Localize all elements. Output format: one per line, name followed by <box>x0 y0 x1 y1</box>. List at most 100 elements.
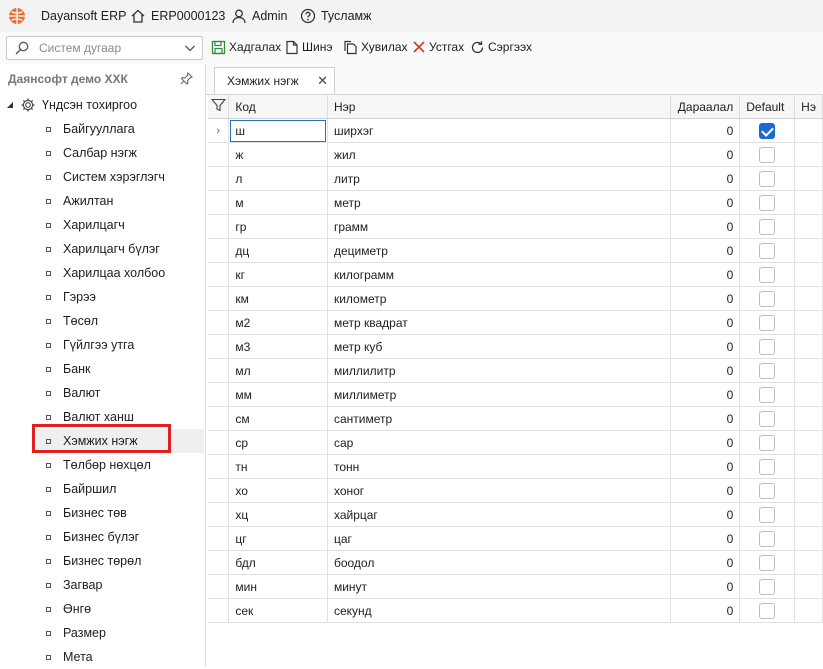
default-checkbox[interactable] <box>759 458 776 475</box>
cell-extra[interactable] <box>794 550 823 575</box>
cell-default[interactable] <box>739 358 796 383</box>
sidebar-item[interactable]: Харилцагч <box>36 213 204 237</box>
sidebar-item[interactable]: Ажилтан <box>36 189 204 213</box>
cell-name[interactable]: цаг <box>327 526 672 551</box>
cell-order[interactable]: 0 <box>670 118 741 143</box>
cell-default[interactable] <box>739 406 796 431</box>
cell-name[interactable]: литр <box>327 166 672 191</box>
sidebar-item[interactable]: Банк <box>36 357 204 381</box>
cell-default[interactable] <box>739 190 796 215</box>
table-row[interactable]: › ш ширхэг 0 <box>208 118 823 143</box>
cell-code[interactable]: кг <box>228 262 328 287</box>
cell-code[interactable]: гр <box>228 214 328 239</box>
default-checkbox[interactable] <box>759 170 776 187</box>
cell-order[interactable]: 0 <box>670 142 741 167</box>
tree-root[interactable]: Үндсэн тохиргоо <box>6 94 137 116</box>
cell-extra[interactable] <box>794 574 823 599</box>
cell-order[interactable]: 0 <box>670 214 741 239</box>
help-button[interactable]: Тусламж <box>300 0 372 32</box>
default-checkbox[interactable] <box>759 122 776 139</box>
table-row[interactable]: км километр 0 <box>208 286 823 311</box>
cell-name[interactable]: миллилитр <box>327 358 672 383</box>
default-checkbox[interactable] <box>759 290 776 307</box>
cell-code[interactable]: м2 <box>228 310 328 335</box>
cell-code[interactable]: ср <box>228 430 328 455</box>
table-row[interactable]: кг килограмм 0 <box>208 262 823 287</box>
cell-order[interactable]: 0 <box>670 358 741 383</box>
cell-default[interactable] <box>739 118 796 143</box>
cell-name[interactable]: метр куб <box>327 334 672 359</box>
column-header-default[interactable]: Default <box>739 95 796 119</box>
default-checkbox[interactable] <box>759 194 776 211</box>
cell-extra[interactable] <box>794 502 823 527</box>
column-header-order[interactable]: Дараалал <box>670 95 741 119</box>
default-checkbox[interactable] <box>759 602 776 619</box>
sidebar-item[interactable]: Гэрээ <box>36 285 204 309</box>
table-row[interactable]: мм миллиметр 0 <box>208 382 823 407</box>
cell-code[interactable]: км <box>228 286 328 311</box>
table-row[interactable]: л литр 0 <box>208 166 823 191</box>
default-checkbox[interactable] <box>759 578 776 595</box>
cell-extra[interactable] <box>794 118 823 143</box>
default-checkbox[interactable] <box>759 434 776 451</box>
cell-default[interactable] <box>739 238 796 263</box>
cell-default[interactable] <box>739 310 796 335</box>
cell-name[interactable]: хоног <box>327 478 672 503</box>
cell-default[interactable] <box>739 526 796 551</box>
cell-order[interactable]: 0 <box>670 550 741 575</box>
cell-code[interactable]: м <box>228 190 328 215</box>
cell-name[interactable]: тонн <box>327 454 672 479</box>
cell-extra[interactable] <box>794 214 823 239</box>
table-row[interactable]: м2 метр квадрат 0 <box>208 310 823 335</box>
cell-extra[interactable] <box>794 334 823 359</box>
filter-icon[interactable] <box>210 98 226 112</box>
column-header-name[interactable]: Нэр <box>327 95 672 119</box>
cell-extra[interactable] <box>794 526 823 551</box>
cell-default[interactable] <box>739 598 796 623</box>
cell-order[interactable]: 0 <box>670 526 741 551</box>
table-row[interactable]: хц хайрцаг 0 <box>208 502 823 527</box>
table-row[interactable]: мин минут 0 <box>208 574 823 599</box>
cell-code[interactable]: бдл <box>228 550 328 575</box>
default-checkbox[interactable] <box>759 218 776 235</box>
cell-extra[interactable] <box>794 454 823 479</box>
cell-name[interactable]: сантиметр <box>327 406 672 431</box>
cell-default[interactable] <box>739 166 796 191</box>
close-icon[interactable]: ✕ <box>317 73 328 89</box>
search-box[interactable] <box>6 36 203 60</box>
table-row[interactable]: м3 метр куб 0 <box>208 334 823 359</box>
cell-order[interactable]: 0 <box>670 310 741 335</box>
cell-extra[interactable] <box>794 190 823 215</box>
cell-name[interactable]: килограмм <box>327 262 672 287</box>
cell-code[interactable]: мин <box>228 574 328 599</box>
cell-order[interactable]: 0 <box>670 238 741 263</box>
cell-name[interactable]: боодол <box>327 550 672 575</box>
cell-name[interactable]: метр <box>327 190 672 215</box>
cell-extra[interactable] <box>794 142 823 167</box>
user-menu[interactable]: Admin <box>231 0 287 32</box>
cell-default[interactable] <box>739 478 796 503</box>
cell-extra[interactable] <box>794 358 823 383</box>
cell-code[interactable]: хо <box>228 478 328 503</box>
cell-name[interactable]: метр квадрат <box>327 310 672 335</box>
cell-default[interactable] <box>739 286 796 311</box>
delete-button[interactable]: Устгах <box>412 36 464 58</box>
cell-extra[interactable] <box>794 262 823 287</box>
table-row[interactable]: сек секунд 0 <box>208 598 823 623</box>
cell-code[interactable]: дц <box>228 238 328 263</box>
sidebar-item[interactable]: Бизнес төв <box>36 501 204 525</box>
record-selector[interactable]: ERP0000123 <box>130 0 225 32</box>
cell-name[interactable]: секунд <box>327 598 672 623</box>
cell-name[interactable]: миллиметр <box>327 382 672 407</box>
cell-order[interactable]: 0 <box>670 166 741 191</box>
default-checkbox[interactable] <box>759 530 776 547</box>
cell-code[interactable]: см <box>228 406 328 431</box>
cell-order[interactable]: 0 <box>670 334 741 359</box>
cell-extra[interactable] <box>794 382 823 407</box>
cell-extra[interactable] <box>794 430 823 455</box>
cell-name[interactable]: километр <box>327 286 672 311</box>
default-checkbox[interactable] <box>759 338 776 355</box>
cell-default[interactable] <box>739 382 796 407</box>
table-row[interactable]: бдл боодол 0 <box>208 550 823 575</box>
cell-default[interactable] <box>739 574 796 599</box>
